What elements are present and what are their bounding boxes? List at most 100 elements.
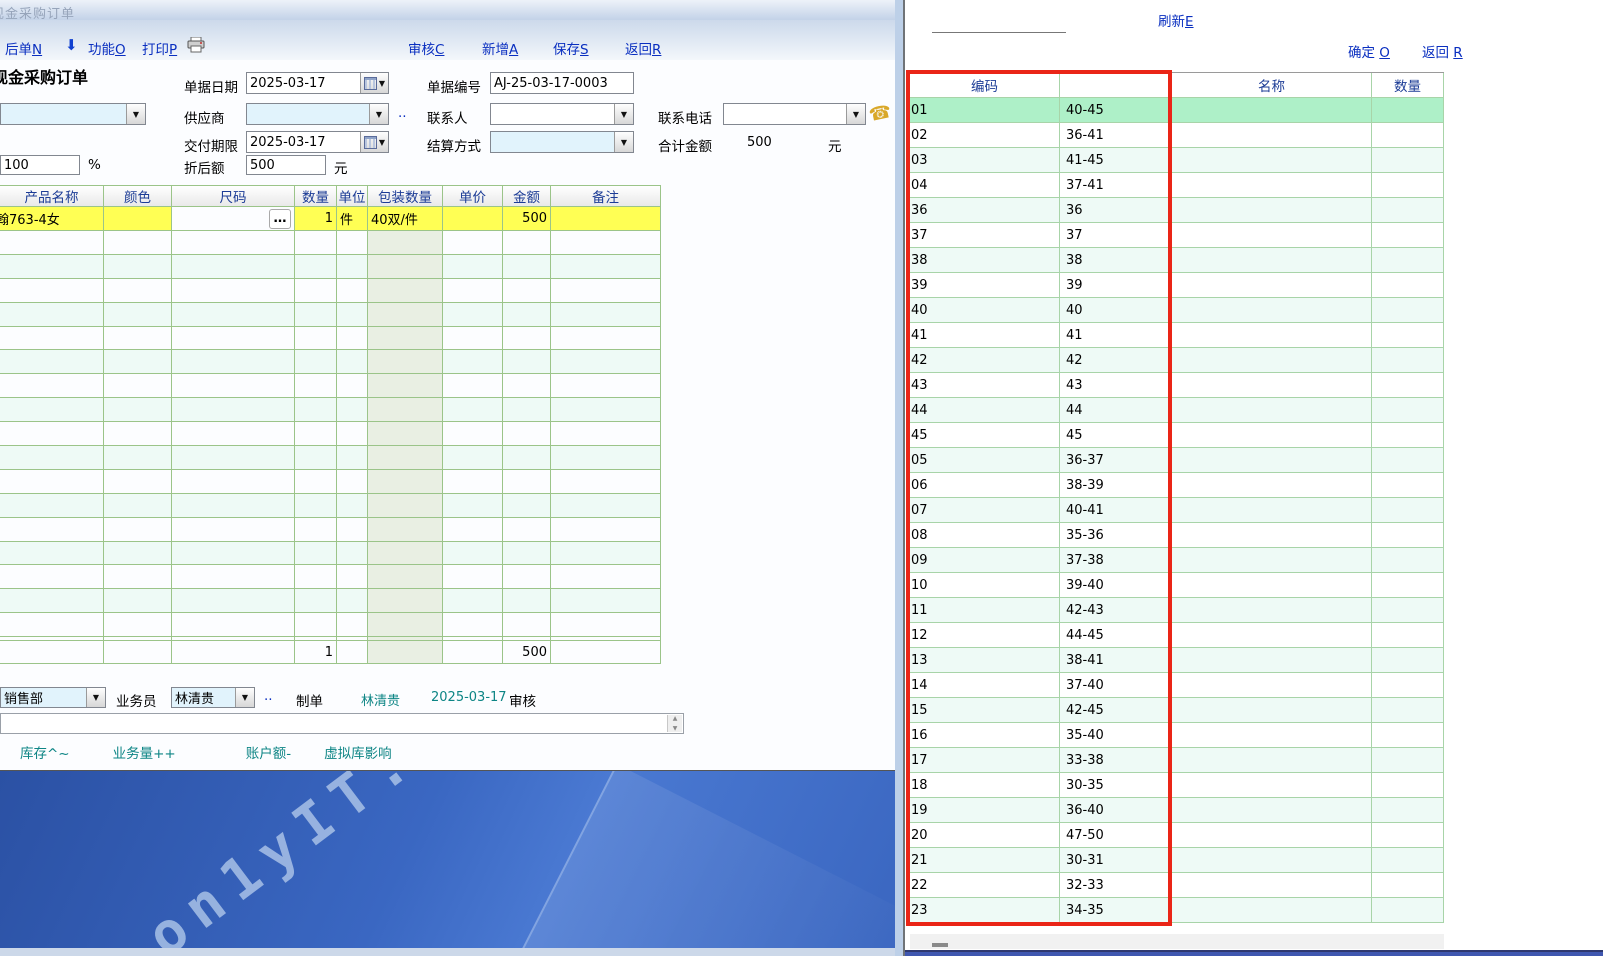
chevron-down-icon[interactable]: ▼ xyxy=(369,104,388,124)
size-row-16[interactable]: 1635-40 xyxy=(910,723,1444,748)
items-empty-row[interactable] xyxy=(0,374,661,398)
salesman-combobox[interactable]: 林清贵▼ xyxy=(171,687,255,708)
salesman-more-link[interactable]: .. xyxy=(264,688,273,704)
menu-item-print[interactable]: 打印P xyxy=(142,38,177,58)
size-row-02[interactable]: 0236-41 xyxy=(910,123,1444,148)
items-empty-row[interactable] xyxy=(0,398,661,422)
size-row-43[interactable]: 4343 xyxy=(910,373,1444,398)
doc-no-input[interactable]: AJ-25-03-17-0003 xyxy=(490,72,634,94)
menu-item-functions[interactable]: 功能O xyxy=(88,38,126,58)
items-empty-row[interactable] xyxy=(0,422,661,446)
supplier-combobox[interactable]: ▼ xyxy=(246,103,389,125)
size-row-39[interactable]: 3939 xyxy=(910,273,1444,298)
refresh-link[interactable]: 刷新E xyxy=(1158,10,1194,30)
doc-date-input[interactable]: 2025-03-17 ▼ xyxy=(246,72,389,94)
footer-link-3[interactable]: 虚拟库影响 xyxy=(324,746,392,762)
size-row-10[interactable]: 1039-40 xyxy=(910,573,1444,598)
menu-item-prev-doc[interactable]: 后单N xyxy=(5,38,42,58)
items-empty-row[interactable] xyxy=(0,231,661,255)
items-empty-row[interactable] xyxy=(0,613,661,637)
items-empty-row[interactable] xyxy=(0,518,661,542)
size-row-37[interactable]: 3737 xyxy=(910,223,1444,248)
size-row-42[interactable]: 4242 xyxy=(910,348,1444,373)
chevron-down-icon[interactable]: ▼ xyxy=(126,104,145,124)
after-discount-input[interactable]: 500 xyxy=(246,155,326,175)
spinner-control[interactable]: ▲▼ xyxy=(667,715,682,732)
chevron-down-icon[interactable]: ▼ xyxy=(846,104,865,124)
size-row-20[interactable]: 2047-50 xyxy=(910,823,1444,848)
size-picker-button[interactable]: … xyxy=(269,209,291,229)
scrollbar-thumb[interactable] xyxy=(932,943,948,947)
name-cell xyxy=(1172,723,1372,747)
left-top-combobox[interactable]: ▼ xyxy=(0,103,146,125)
phone-combobox[interactable]: ▼ xyxy=(723,103,866,125)
footer-link-2[interactable]: 账户额- xyxy=(246,746,291,762)
toolbar-audit-button[interactable]: 审核C xyxy=(408,38,444,58)
items-cell xyxy=(172,494,295,517)
chevron-down-icon[interactable]: ▼ xyxy=(86,688,105,707)
down-arrow-icon[interactable]: ⬇ xyxy=(65,38,78,53)
toolbar-back-button[interactable]: 返回R xyxy=(625,38,661,58)
size-row-01[interactable]: 0140-45 xyxy=(910,98,1444,123)
items-empty-row[interactable] xyxy=(0,589,661,613)
items-empty-row[interactable] xyxy=(0,255,661,279)
size-row-15[interactable]: 1542-45 xyxy=(910,698,1444,723)
size-row-44[interactable]: 4444 xyxy=(910,398,1444,423)
size-row-08[interactable]: 0835-36 xyxy=(910,523,1444,548)
items-empty-row[interactable] xyxy=(0,327,661,351)
department-combobox[interactable]: 销售部▼ xyxy=(0,687,106,708)
size-row-04[interactable]: 0437-41 xyxy=(910,173,1444,198)
items-empty-row[interactable] xyxy=(0,446,661,470)
settle-method-combobox[interactable]: ▼ xyxy=(490,131,634,153)
printer-icon[interactable] xyxy=(187,37,205,57)
size-row-41[interactable]: 4141 xyxy=(910,323,1444,348)
items-empty-row[interactable] xyxy=(0,303,661,327)
panel-search-input[interactable] xyxy=(932,10,1066,33)
size-row-12[interactable]: 1244-45 xyxy=(910,623,1444,648)
contact-combobox[interactable]: ▼ xyxy=(490,103,634,125)
toolbar-save-button[interactable]: 保存S xyxy=(553,38,589,58)
footer-link-0[interactable]: 库存^~ xyxy=(20,746,70,762)
size-row-11[interactable]: 1142-43 xyxy=(910,598,1444,623)
toolbar-new-button[interactable]: 新增A xyxy=(482,38,518,58)
size-row-21[interactable]: 2130-31 xyxy=(910,848,1444,873)
supplier-more-link[interactable]: .. xyxy=(398,105,407,121)
deliver-date-input[interactable]: 2025-03-17 ▼ xyxy=(246,131,389,153)
size-row-09[interactable]: 0937-38 xyxy=(910,548,1444,573)
size-row-38[interactable]: 3838 xyxy=(910,248,1444,273)
size-row-14[interactable]: 1437-40 xyxy=(910,673,1444,698)
size-row-36[interactable]: 3636 xyxy=(910,198,1444,223)
chevron-down-icon[interactable]: ▼ xyxy=(614,132,633,152)
size-row-22[interactable]: 2232-33 xyxy=(910,873,1444,898)
size-row-07[interactable]: 0740-41 xyxy=(910,498,1444,523)
size-row-40[interactable]: 4040 xyxy=(910,298,1444,323)
items-empty-row[interactable] xyxy=(0,470,661,494)
calendar-dropdown-button[interactable]: ▼ xyxy=(360,73,388,93)
items-empty-row[interactable] xyxy=(0,542,661,566)
calendar-dropdown-button[interactable]: ▼ xyxy=(360,132,388,152)
back-link[interactable]: 返回 R xyxy=(1422,41,1463,61)
items-row-selected[interactable]: 翰763-4女…1件40双/件500 xyxy=(0,207,661,231)
size-row-17[interactable]: 1733-38 xyxy=(910,748,1444,773)
size-row-13[interactable]: 1338-41 xyxy=(910,648,1444,673)
size-row-06[interactable]: 0638-39 xyxy=(910,473,1444,498)
items-empty-row[interactable] xyxy=(0,350,661,374)
items-empty-row[interactable] xyxy=(0,494,661,518)
size-row-03[interactable]: 0341-45 xyxy=(910,148,1444,173)
menu-bar xyxy=(0,20,903,60)
size-row-19[interactable]: 1936-40 xyxy=(910,798,1444,823)
size-row-45[interactable]: 4545 xyxy=(910,423,1444,448)
size-row-18[interactable]: 1830-35 xyxy=(910,773,1444,798)
confirm-link[interactable]: 确定 O xyxy=(1348,41,1390,61)
items-empty-row[interactable] xyxy=(0,565,661,589)
items-cell xyxy=(0,279,104,302)
chevron-down-icon[interactable]: ▼ xyxy=(614,104,633,124)
chevron-down-icon[interactable]: ▼ xyxy=(235,688,254,707)
size-row-05[interactable]: 0536-37 xyxy=(910,448,1444,473)
size-row-23[interactable]: 2334-35 xyxy=(910,898,1444,923)
discount-pct-input[interactable]: 100 xyxy=(0,155,80,175)
footer-link-1[interactable]: 业务量++ xyxy=(113,746,176,762)
remark-input[interactable]: ▲▼ xyxy=(0,713,684,734)
horizontal-scrollbar[interactable] xyxy=(910,934,1444,949)
items-empty-row[interactable] xyxy=(0,279,661,303)
